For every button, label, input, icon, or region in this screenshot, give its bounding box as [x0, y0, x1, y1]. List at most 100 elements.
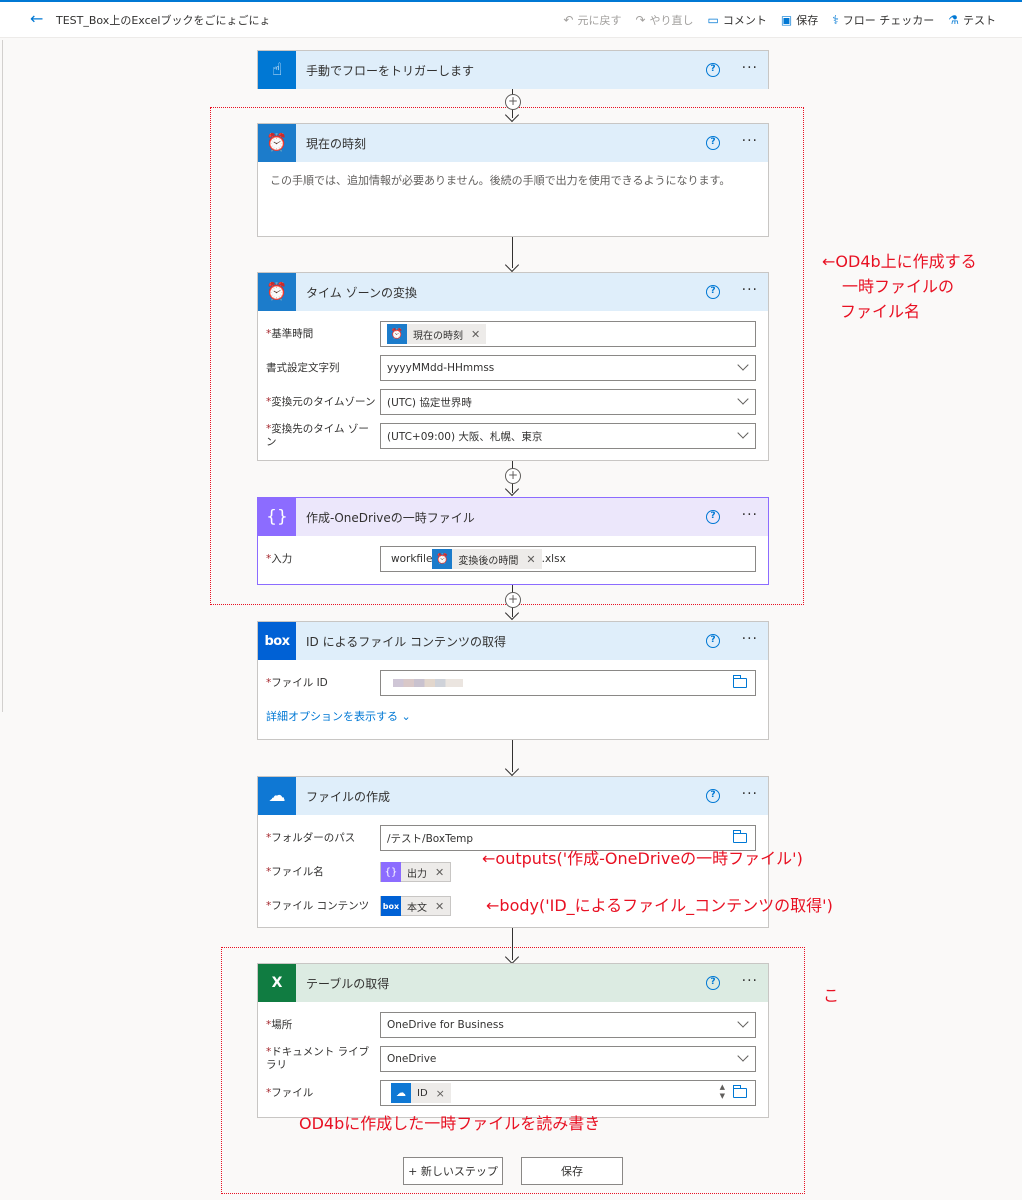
token-label: ID — [417, 1087, 428, 1099]
compose-input-field[interactable]: workfile ⏰ 変換後の時間 ✕ .xlsx — [380, 546, 756, 572]
save-toolbar-button[interactable]: ▣ 保存 — [781, 12, 818, 28]
remove-token-icon[interactable]: ✕ — [469, 328, 486, 341]
step-card-box-get-content: box ID によるファイル コンテンツの取得 ? ··· *ファイル ID 詳… — [257, 621, 769, 740]
chevron-down-icon: ⌄ — [401, 710, 411, 723]
test-button[interactable]: ⚗ テスト — [948, 12, 996, 28]
step-card-trigger[interactable]: ☝ 手動でフローをトリガーします ? ··· — [257, 50, 769, 89]
step-header[interactable]: X テーブルの取得 ? ··· — [258, 964, 768, 1002]
alarm-clock-icon: ⏰ — [432, 549, 453, 569]
box-logo-icon: box — [381, 896, 401, 916]
show-advanced-options-link[interactable]: 詳細オプションを表示する ⌄ — [266, 700, 756, 728]
dynamic-token[interactable]: ⏰ 現在の時刻 ✕ — [387, 324, 487, 344]
step-title: タイム ゾーンの変換 — [306, 285, 417, 300]
annotation-text: ←OD4b上に作成する 一時ファイルの ファイル名 — [822, 249, 977, 324]
more-options-icon[interactable]: ··· — [742, 507, 758, 523]
folder-icon[interactable] — [733, 830, 747, 843]
more-options-icon[interactable]: ··· — [742, 973, 758, 989]
remove-token-icon[interactable]: ✕ — [524, 553, 541, 566]
folder-icon[interactable] — [733, 675, 747, 688]
folder-icon[interactable] — [733, 1085, 747, 1098]
touch-icon: ☝ — [258, 51, 296, 89]
add-step-plus-icon[interactable]: + — [505, 94, 521, 110]
spinner-icon[interactable]: ▲ ▼ — [720, 1083, 725, 1101]
chevron-down-icon — [737, 393, 749, 405]
remove-token-icon[interactable]: ✕ — [433, 866, 450, 879]
dynamic-token[interactable]: ☁ ID × — [391, 1083, 451, 1103]
comment-button[interactable]: ▭ コメント — [708, 12, 767, 28]
more-options-icon[interactable]: ··· — [742, 631, 758, 647]
more-options-icon[interactable]: ··· — [742, 282, 758, 298]
more-options-icon[interactable]: ··· — [742, 133, 758, 149]
step-header[interactable]: ☝ 手動でフローをトリガーします ? ··· — [258, 51, 768, 89]
step-header[interactable]: ⏰ 現在の時刻 ? ··· — [258, 124, 768, 162]
location-dropdown[interactable]: OneDrive for Business — [380, 1012, 756, 1038]
step-body: *ファイル ID 詳細オプションを表示する ⌄ — [258, 660, 768, 738]
add-step-plus-icon[interactable]: + — [505, 468, 521, 484]
document-library-dropdown[interactable]: OneDrive — [380, 1046, 756, 1072]
token-label: 現在の時刻 — [413, 330, 463, 342]
field-label: *フォルダーのパス — [266, 831, 356, 844]
redo-icon: ↷ — [635, 13, 646, 27]
step-body: *基準時間 ⏰ 現在の時刻 ✕ 書式設定文字列 yyyyMMdd-HHmmss … — [258, 311, 768, 463]
field-row: *場所 OneDrive for Business — [266, 1008, 756, 1042]
step-header[interactable]: box ID によるファイル コンテンツの取得 ? ··· — [258, 622, 768, 660]
remove-token-icon[interactable]: ✕ — [433, 900, 450, 913]
dynamic-token[interactable]: box 本文 ✕ — [380, 896, 452, 916]
more-options-icon[interactable]: ··· — [742, 60, 758, 76]
field-row: *変換元のタイムゾーン (UTC) 協定世界時 — [266, 385, 756, 419]
destination-timezone-dropdown[interactable]: (UTC+09:00) 大阪、札幌、東京 — [380, 423, 756, 449]
input-text: .xlsx — [541, 553, 566, 565]
step-card-current-time: ⏰ 現在の時刻 ? ··· この手順では、追加情報が必要ありません。後続の手順で… — [257, 123, 769, 237]
step-title: 手動でフローをトリガーします — [306, 63, 475, 78]
help-icon[interactable]: ? — [706, 510, 720, 524]
base-time-field[interactable]: ⏰ 現在の時刻 ✕ — [380, 321, 756, 347]
flow-checker-button[interactable]: ⚕ フロー チェッカー — [832, 12, 934, 28]
step-header[interactable]: ⏰ タイム ゾーンの変換 ? ··· — [258, 273, 768, 311]
file-id-field[interactable] — [380, 670, 756, 696]
step-body: *場所 OneDrive for Business *ドキュメント ライブラリ … — [258, 1002, 768, 1120]
source-timezone-dropdown[interactable]: (UTC) 協定世界時 — [380, 389, 756, 415]
add-step-plus-icon[interactable]: + — [505, 592, 521, 608]
stethoscope-icon: ⚕ — [832, 13, 839, 27]
redo-button[interactable]: ↷ やり直し — [635, 12, 693, 28]
braces-icon: {} — [258, 498, 296, 536]
flow-checker-label: フロー チェッカー — [842, 14, 935, 27]
comment-label: コメント — [722, 14, 767, 27]
help-icon[interactable]: ? — [706, 634, 720, 648]
step-card-get-tables: X テーブルの取得 ? ··· *場所 OneDrive for Busines… — [257, 963, 769, 1118]
alarm-clock-icon: ⏰ — [258, 273, 296, 311]
step-header[interactable]: ☁ ファイルの作成 ? ··· — [258, 777, 768, 815]
dynamic-token[interactable]: {} 出力 ✕ — [380, 862, 452, 882]
back-arrow-icon[interactable]: ← — [30, 9, 43, 28]
step-title: テーブルの取得 — [306, 976, 390, 991]
help-icon[interactable]: ? — [706, 136, 720, 150]
alarm-clock-icon: ⏰ — [387, 324, 407, 344]
help-icon[interactable]: ? — [706, 285, 720, 299]
field-label: *ファイル ID — [266, 676, 328, 689]
help-icon[interactable]: ? — [706, 976, 720, 990]
dynamic-token[interactable]: ⏰ 変換後の時間 ✕ — [432, 549, 542, 569]
dropdown-value: (UTC+09:00) 大阪、札幌、東京 — [387, 430, 543, 443]
field-row: *入力 workfile ⏰ 変換後の時間 ✕ .xlsx — [266, 542, 756, 576]
top-command-bar: ← TEST_Box上のExcelブックをごにょごにょ ↶ 元に戻す ↷ やり直し … — [0, 0, 1022, 38]
remove-token-icon[interactable]: × — [434, 1087, 451, 1100]
undo-button[interactable]: ↶ 元に戻す — [563, 12, 621, 28]
help-icon[interactable]: ? — [706, 789, 720, 803]
help-icon[interactable]: ? — [706, 63, 720, 77]
token-label: 出力 — [407, 868, 427, 880]
field-row: *基準時間 ⏰ 現在の時刻 ✕ — [266, 317, 756, 351]
step-title: ID によるファイル コンテンツの取得 — [306, 634, 507, 649]
new-step-button[interactable]: + 新しいステップ — [403, 1157, 503, 1185]
flow-title: TEST_Box上のExcelブックをごにょごにょ — [56, 14, 271, 27]
step-body: *入力 workfile ⏰ 変換後の時間 ✕ .xlsx — [258, 536, 768, 586]
connector-arrowhead — [504, 761, 520, 777]
more-options-icon[interactable]: ··· — [742, 786, 758, 802]
save-button[interactable]: 保存 — [521, 1157, 623, 1185]
step-header[interactable]: {} 作成-OneDriveの一時ファイル ? ··· — [258, 498, 768, 536]
field-value: /テスト/BoxTemp — [387, 832, 474, 845]
field-label: *ファイル名 — [266, 865, 324, 878]
command-list: ↶ 元に戻す ↷ やり直し ▭ コメント ▣ 保存 ⚕ フロー チェッカー ⚗ テスト — [563, 12, 996, 28]
file-field[interactable]: ☁ ID × ▲ ▼ — [380, 1080, 756, 1106]
field-label: *変換元のタイムゾーン — [266, 395, 376, 408]
format-string-dropdown[interactable]: yyyyMMdd-HHmmss — [380, 355, 756, 381]
